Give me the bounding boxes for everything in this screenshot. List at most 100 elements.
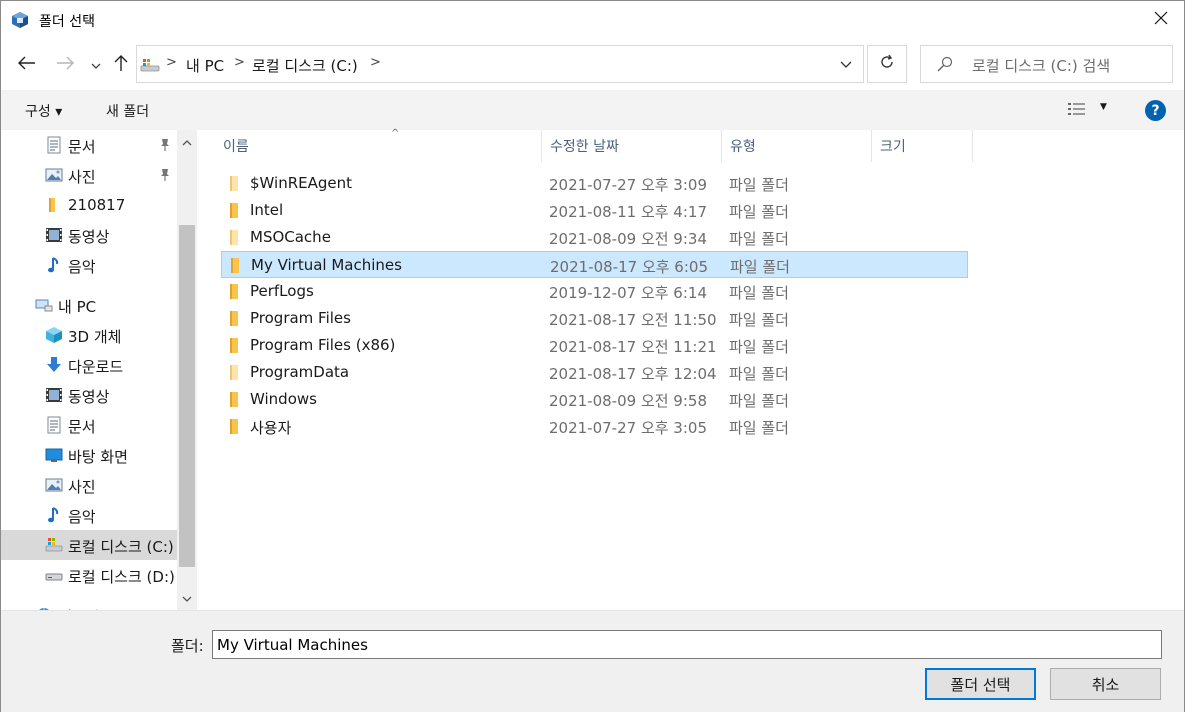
file-list-pane: 이름 ^ 수정한 날짜 유형 크기 $WinREAgent 2021-07-27 … [199, 128, 1184, 610]
3d-objects-icon [45, 326, 63, 344]
folder-icon [227, 391, 241, 412]
breadcrumb-this-pc[interactable]: 내 PC [186, 55, 224, 76]
file-type: 파일 폴더 [729, 230, 789, 248]
file-row[interactable]: Program Files (x86) 2021-08-17 오전 11:21 파일… [221, 332, 968, 359]
desktop-icon [45, 446, 63, 464]
sidebar-item[interactable]: 바탕 화면 [1, 440, 177, 470]
folder-icon [227, 202, 241, 223]
cancel-button[interactable]: 취소 [1050, 668, 1161, 700]
sidebar-item[interactable]: 문서 [1, 410, 177, 440]
chevron-down-icon [91, 57, 101, 73]
folder-select-dialog: 폴더 선택 > 내 PC > 로컬 디스크 (C:) > 로컬 디스크 (C:)… [0, 0, 1185, 712]
forward-button[interactable] [53, 53, 77, 77]
sidebar-item[interactable]: 내 PC [1, 290, 177, 320]
pin-icon [159, 138, 171, 156]
file-row[interactable]: MSOCache 2021-08-09 오전 9:34 파일 폴더 [221, 224, 968, 251]
view-options-icon[interactable] [1067, 101, 1087, 121]
sidebar-item-label: 210817 [68, 196, 126, 214]
sidebar-item[interactable]: 음악 [1, 250, 177, 280]
search-placeholder: 로컬 디스크 (C:) 검색 [972, 57, 1111, 75]
sidebar-item[interactable]: 로컬 디스크 (C:) [1, 530, 177, 560]
virtualbox-app-icon [11, 11, 29, 29]
sidebar-item[interactable]: 동영상 [1, 380, 177, 410]
sidebar-item[interactable]: 로컬 디스크 (D:) [1, 560, 177, 590]
search-icon [937, 56, 953, 76]
sidebar-item[interactable]: 210817 [1, 190, 177, 220]
column-header-name[interactable]: 이름 ^ [215, 128, 542, 162]
back-button[interactable] [15, 53, 39, 77]
sidebar-item-label: 로컬 디스크 (D:) [68, 568, 175, 586]
up-arrow-icon [114, 54, 128, 76]
file-type: 파일 폴더 [730, 258, 790, 276]
chevron-down-icon [840, 56, 852, 72]
scroll-down-button[interactable] [177, 590, 197, 606]
navigation-scrollbar[interactable] [177, 130, 197, 610]
refresh-icon [879, 54, 895, 74]
breadcrumb-separator[interactable]: > [234, 55, 245, 70]
column-header-size[interactable]: 크기 [872, 130, 973, 162]
file-modified-date: 2019-12-07 오후 6:14 [549, 284, 707, 302]
column-header-type[interactable]: 유형 [722, 130, 872, 162]
address-bar[interactable]: > 내 PC > 로컬 디스크 (C:) > [136, 45, 864, 83]
computer-icon [35, 296, 53, 314]
sidebar-item[interactable]: 음악 [1, 500, 177, 530]
select-folder-button[interactable]: 폴더 선택 [925, 668, 1036, 700]
file-row[interactable]: Program Files 2021-08-17 오전 11:50 파일 폴더 [221, 305, 968, 332]
sidebar-item-label: 음악 [68, 508, 96, 526]
sidebar-item[interactable]: 3D 개체 [1, 320, 177, 350]
file-row[interactable]: ProgramData 2021-08-17 오후 12:04 파일 폴더 [221, 359, 968, 386]
new-folder-button[interactable]: 새 폴더 [106, 101, 149, 121]
view-dropdown-arrow-icon[interactable]: ▼ [1100, 102, 1107, 112]
sidebar-item[interactable]: 네트워크 [1, 600, 177, 610]
help-button[interactable]: ? [1145, 100, 1166, 121]
recent-locations-button[interactable] [84, 53, 108, 77]
document-icon [45, 136, 63, 154]
file-name: ProgramData [250, 363, 350, 381]
file-name: $WinREAgent [250, 174, 353, 192]
sidebar-item[interactable]: 문서 [1, 130, 177, 160]
folder-name-input[interactable] [212, 630, 1162, 659]
file-modified-date: 2021-07-27 오후 3:05 [549, 419, 707, 437]
download-icon [45, 356, 63, 374]
file-modified-date: 2021-07-27 오후 3:09 [549, 176, 707, 194]
folder-icon [227, 310, 241, 331]
sidebar-item-label: 음악 [68, 258, 96, 276]
column-header-date[interactable]: 수정한 날짜 [542, 130, 722, 162]
document-icon [45, 416, 63, 434]
file-row[interactable]: PerfLogs 2019-12-07 오후 6:14 파일 폴더 [221, 278, 968, 305]
close-button[interactable] [1138, 1, 1184, 39]
file-row[interactable]: $WinREAgent 2021-07-27 오후 3:09 파일 폴더 [221, 170, 968, 197]
sidebar-item-label: 사진 [68, 168, 96, 186]
sidebar-item[interactable]: 사진 [1, 470, 177, 500]
organize-menu-button[interactable]: 구성 ▾ [25, 101, 62, 121]
search-input[interactable]: 로컬 디스크 (C:) 검색 [920, 45, 1173, 83]
file-modified-date: 2021-08-17 오후 12:04 [549, 365, 717, 383]
file-row[interactable]: Windows 2021-08-09 오전 9:58 파일 폴더 [221, 386, 968, 413]
sidebar-item[interactable]: 동영상 [1, 220, 177, 250]
sidebar-item[interactable]: 사진 [1, 160, 177, 190]
scroll-up-button[interactable] [177, 134, 197, 150]
sort-ascending-icon: ^ [391, 128, 400, 139]
file-type: 파일 폴더 [729, 392, 789, 410]
scroll-thumb[interactable] [179, 225, 195, 567]
file-name: PerfLogs [250, 282, 314, 300]
file-modified-date: 2021-08-17 오전 11:50 [549, 311, 717, 329]
file-row[interactable]: My Virtual Machines 2021-08-17 오후 6:05 파일 … [221, 251, 968, 278]
file-row[interactable]: 사용자 2021-07-27 오후 3:05 파일 폴더 [221, 413, 968, 440]
breadcrumb-separator[interactable]: > [370, 55, 381, 70]
file-modified-date: 2021-08-09 오전 9:58 [549, 392, 707, 410]
address-history-dropdown[interactable] [833, 45, 859, 83]
sidebar-item[interactable]: 다운로드 [1, 350, 177, 380]
sidebar-item-label: 3D 개체 [68, 328, 122, 346]
refresh-button[interactable] [867, 45, 907, 83]
breadcrumb-separator[interactable]: > [166, 55, 177, 70]
breadcrumb-local-disk-c[interactable]: 로컬 디스크 (C:) [252, 55, 358, 76]
pin-icon [159, 168, 171, 186]
file-type: 파일 폴더 [729, 311, 789, 329]
up-button[interactable] [109, 53, 133, 77]
file-modified-date: 2021-08-09 오전 9:34 [549, 230, 707, 248]
file-row[interactable]: Intel 2021-08-11 오후 4:17 파일 폴더 [221, 197, 968, 224]
folder-icon [227, 175, 241, 196]
pictures-icon [45, 476, 63, 494]
file-type: 파일 폴더 [729, 203, 789, 221]
